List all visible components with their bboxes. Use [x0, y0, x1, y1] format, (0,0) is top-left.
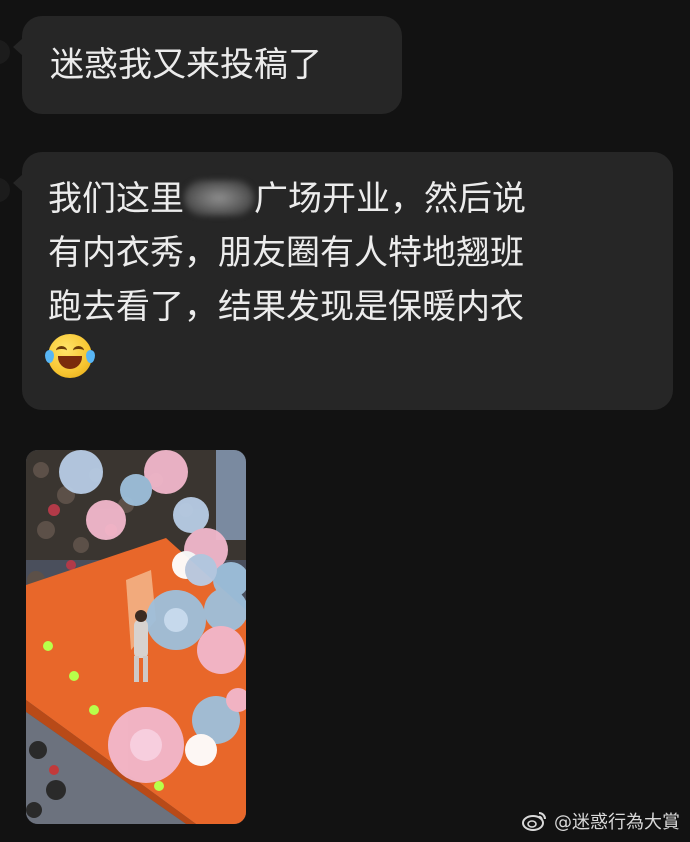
message-text: 广场开业，然后说 — [254, 179, 526, 219]
photo-message[interactable] — [26, 450, 246, 824]
message-bubble[interactable]: 我们这里 广场开业，然后说 有内衣秀，朋友圈有人特地翘班 跑去看了，结果发现是保暖… — [13, 152, 673, 410]
weibo-logo-icon — [522, 812, 546, 831]
bubble-tail — [13, 174, 23, 192]
message-text: 我们这里 — [48, 179, 184, 219]
photo-thumbnail-icon — [26, 450, 246, 824]
message-text: 跑去看了，结果发现是保暖内衣 — [48, 287, 524, 327]
message-line: 我们这里 广场开业，然后说 — [48, 172, 673, 226]
watermark-text: @迷惑行為大賞 — [554, 812, 680, 833]
message-text: 迷惑我又来投稿了 — [50, 45, 322, 85]
message-bubble[interactable]: 迷惑我又来投稿了 — [13, 16, 402, 114]
message-line — [45, 334, 673, 388]
redacted-blur — [184, 180, 254, 216]
watermark: @迷惑行為大賞 — [522, 808, 680, 834]
message-text: 有内衣秀，朋友圈有人特地翘班 — [48, 233, 524, 273]
avatar — [0, 40, 10, 64]
avatar — [0, 178, 10, 202]
laughing-tears-emoji-icon — [45, 334, 95, 378]
bubble-tail — [13, 38, 23, 56]
